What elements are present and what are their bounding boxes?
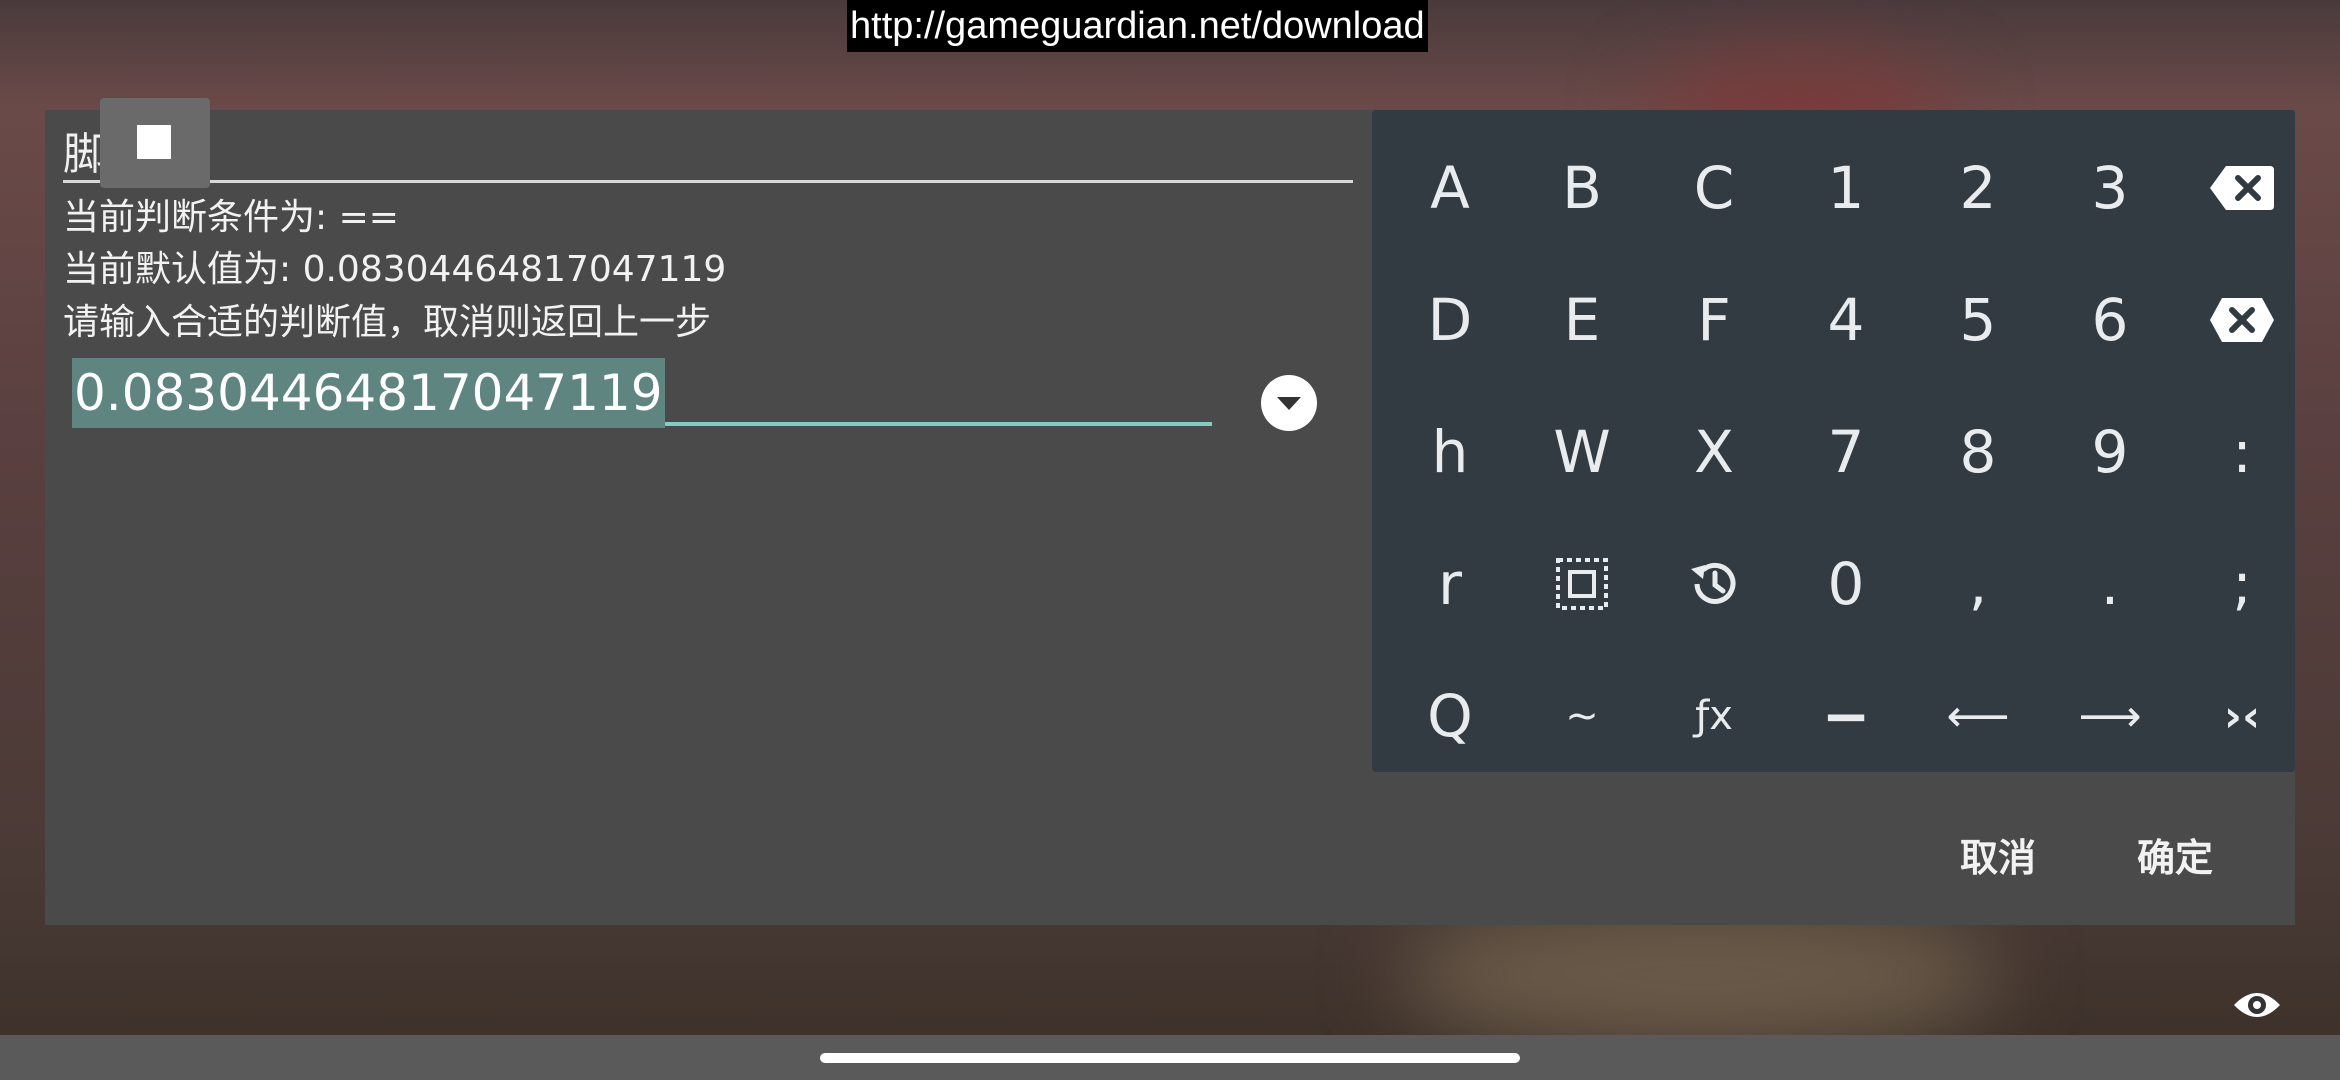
value-input[interactable]: 0.08304464817047119: [72, 358, 1212, 428]
key-tilde[interactable]: ~: [1516, 650, 1648, 782]
key-h[interactable]: h: [1384, 386, 1516, 518]
key-w[interactable]: W: [1516, 386, 1648, 518]
history-icon: [1691, 562, 1736, 604]
key-period[interactable]: .: [2044, 518, 2176, 650]
key-c[interactable]: C: [1648, 122, 1780, 254]
cursor-left-key[interactable]: ⟵: [1912, 650, 2044, 782]
key-r[interactable]: r: [1384, 518, 1516, 650]
condition-text: 当前判断条件为: ==: [63, 197, 399, 238]
key-6[interactable]: 6: [2044, 254, 2176, 386]
key-comma[interactable]: ,: [1912, 518, 2044, 650]
key-d[interactable]: D: [1384, 254, 1516, 386]
key-8[interactable]: 8: [1912, 386, 2044, 518]
dialog-title-row: 脚: [63, 110, 1353, 183]
stop-script-button[interactable]: [100, 98, 210, 188]
backspace-icon: [2210, 166, 2274, 210]
eye-icon[interactable]: [2232, 985, 2282, 1025]
key-f[interactable]: F: [1648, 254, 1780, 386]
key-5[interactable]: 5: [1912, 254, 2044, 386]
default-value-text: 当前默认值为: 0.08304464817047119: [63, 249, 727, 290]
key-1[interactable]: 1: [1780, 122, 1912, 254]
key-7[interactable]: 7: [1780, 386, 1912, 518]
key-9[interactable]: 9: [2044, 386, 2176, 518]
chevron-down-icon: [1277, 397, 1301, 410]
collapse-keyboard-key[interactable]: ›‹: [2176, 650, 2308, 782]
key-a[interactable]: A: [1384, 122, 1516, 254]
clear-icon: [2210, 298, 2274, 342]
key-4[interactable]: 4: [1780, 254, 1912, 386]
function-key[interactable]: ƒx: [1648, 650, 1780, 782]
key-x[interactable]: X: [1648, 386, 1780, 518]
value-input-text[interactable]: 0.08304464817047119: [72, 358, 665, 428]
key-3[interactable]: 3: [2044, 122, 2176, 254]
key-minus[interactable]: −: [1780, 650, 1912, 782]
cancel-button[interactable]: 取消: [1960, 827, 2036, 882]
stop-icon: [137, 125, 171, 159]
prompt-text: 请输入合适的判断值，取消则返回上一步: [63, 302, 712, 343]
cursor-right-key[interactable]: ⟶: [2044, 650, 2176, 782]
key-b[interactable]: B: [1516, 122, 1648, 254]
clear-key[interactable]: [2176, 254, 2308, 386]
history-key[interactable]: [1648, 518, 1780, 650]
ok-button[interactable]: 确定: [2137, 827, 2213, 882]
hex-keyboard: A B C 1 2 3 D E F 4 5 6 h W X 7 8 9 : r: [1372, 110, 2295, 772]
select-all-key[interactable]: [1516, 518, 1648, 650]
key-q[interactable]: Q: [1384, 650, 1516, 782]
key-2[interactable]: 2: [1912, 122, 2044, 254]
key-colon[interactable]: :: [2176, 386, 2308, 518]
home-gesture-bar[interactable]: [820, 1053, 1520, 1063]
select-all-icon: [1556, 558, 1608, 610]
history-dropdown-button[interactable]: [1261, 375, 1317, 431]
key-semicolon[interactable]: ;: [2176, 518, 2308, 650]
system-nav-bar: [0, 1035, 2340, 1080]
url-banner: http://gameguardian.net/download: [847, 0, 1428, 52]
key-0[interactable]: 0: [1780, 518, 1912, 650]
key-e[interactable]: E: [1516, 254, 1648, 386]
backspace-key[interactable]: [2176, 122, 2308, 254]
